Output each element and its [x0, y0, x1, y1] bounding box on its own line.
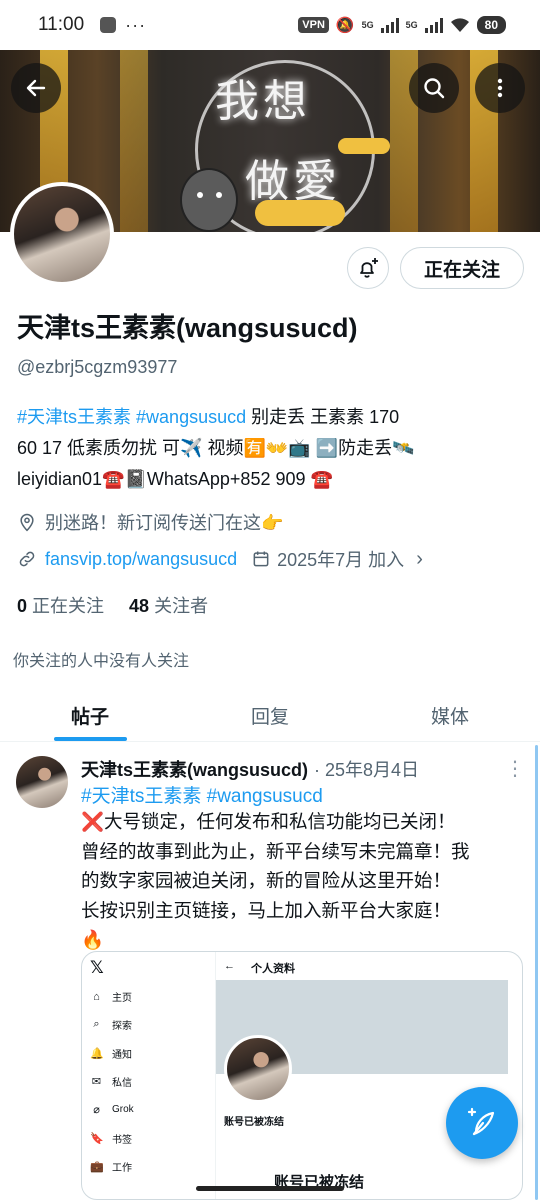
- embedded-menu-item: ⌀ Grok: [90, 1103, 134, 1116]
- post-more-button[interactable]: ⋮: [505, 756, 525, 781]
- followers-link[interactable]: 48 关注者: [129, 596, 208, 616]
- website-link[interactable]: fansvip.top/wangsusucd: [45, 549, 237, 570]
- signal-icon-2: [424, 17, 443, 33]
- followers-you-know-note: 你关注的人中没有人关注: [13, 653, 190, 670]
- user-handle: @ezbrj5cgzm93977: [17, 357, 178, 377]
- home-icon: ⌂: [93, 990, 100, 1003]
- scrollbar[interactable]: [535, 745, 538, 1200]
- bio-line1-text: 别走丢 王素素 170: [246, 407, 400, 427]
- notifications-bell-button[interactable]: [347, 247, 389, 289]
- bio-line-2: 60 17 低素质勿扰 可✈️ 视频🈶👐📺 ➡️防走丢🛰️: [17, 438, 415, 458]
- more-notifications-icon: ···: [125, 14, 147, 35]
- profile-bio: #天津ts王素素 #wangsusucd 别走丢 王素素 170 60 17 低…: [17, 402, 517, 495]
- website-row: fansvip.top/wangsusucd 2025年7月 加入 ›: [17, 546, 423, 572]
- arrow-left-icon: [26, 79, 46, 97]
- bookmark-icon: 🔖: [90, 1133, 104, 1145]
- banner-neon-text-1: 我想: [215, 76, 311, 127]
- search-icon: [424, 78, 445, 99]
- sim2-label: 5G: [405, 20, 418, 30]
- post-text-line: 曾经的故事到此为止，新平台续写未完篇章！我: [81, 840, 470, 862]
- tab-replies[interactable]: 回复: [180, 690, 360, 741]
- status-bar: 11:00 ··· VPN 🔕 5G 5G 80: [0, 0, 540, 50]
- compose-post-button[interactable]: [446, 1087, 518, 1159]
- briefcase-icon: 💼: [90, 1161, 104, 1173]
- app-notification-icon: [100, 17, 117, 33]
- profile-avatar[interactable]: [10, 182, 114, 286]
- embedded-menu-item: 🔔 通知: [90, 1046, 132, 1061]
- embedded-menu-item: ✉ 私信: [90, 1074, 132, 1089]
- battery-indicator: 80: [476, 16, 506, 34]
- embedded-menu-label: 工作: [112, 1163, 132, 1174]
- search-icon: ⌕: [93, 1018, 100, 1030]
- post-author-name[interactable]: 天津ts王素素(wangsusucd): [81, 756, 308, 782]
- embedded-menu-item: 💼 工作: [90, 1159, 132, 1174]
- more-vertical-icon: [497, 78, 503, 98]
- compose-post-icon: [467, 1107, 495, 1136]
- embedded-sidebar: 𝕏 ⌂ 主页 ⌕ 探索 🔔 通知 ✉ 私信 ⌀ Grok 🔖 书签 💼 工作: [82, 952, 216, 1199]
- embedded-menu-item: 🔖 书签: [90, 1131, 132, 1146]
- sim1-label: 5G: [361, 20, 374, 30]
- grok-icon: ⌀: [93, 1104, 100, 1116]
- follow-counts: 0 正在关注 48 关注者: [17, 592, 208, 618]
- embedded-back-arrow-icon: ←: [224, 960, 235, 972]
- post-author-avatar[interactable]: [16, 756, 68, 808]
- embedded-frozen-label: 账号已被冻结: [224, 1117, 284, 1128]
- more-options-button[interactable]: [475, 63, 525, 113]
- post-image-card[interactable]: 𝕏 ⌂ 主页 ⌕ 探索 🔔 通知 ✉ 私信 ⌀ Grok 🔖 书签 💼 工作 ← 个人资料 账…: [81, 951, 523, 1200]
- cloud-decoration: [255, 200, 345, 226]
- display-name: 天津ts王素素(wangsusucd): [17, 313, 358, 343]
- bell-plus-icon: [360, 258, 378, 278]
- status-time: 11:00: [38, 14, 85, 35]
- embedded-menu-label: 书签: [112, 1135, 132, 1146]
- following-link[interactable]: 0 正在关注: [17, 596, 104, 616]
- mute-icon: 🔕: [335, 17, 355, 34]
- tab-posts[interactable]: 帖子: [0, 690, 180, 741]
- embedded-menu-item: ⌂ 主页: [90, 989, 132, 1005]
- signal-icon: [380, 17, 399, 33]
- mail-icon: ✉: [91, 1076, 102, 1088]
- embedded-menu-item: ⌕ 探索: [90, 1017, 132, 1032]
- link-icon: [19, 551, 35, 567]
- post-date[interactable]: · 25年8月4日: [314, 756, 419, 782]
- joined-date: 2025年7月 加入: [277, 550, 405, 570]
- vpn-badge: VPN: [298, 17, 329, 33]
- post-text: ❌大号锁定，任何发布和私信功能均已关闭！ 曾经的故事到此为止，新平台续写未完篇章…: [81, 807, 527, 955]
- home-indicator[interactable]: [196, 1186, 344, 1191]
- tab-media[interactable]: 媒体: [360, 690, 540, 741]
- location-pin-icon: [20, 513, 34, 532]
- post-header: 天津ts王素素(wangsusucd) · 25年8月4日: [81, 756, 419, 782]
- cloud-decoration-small: [338, 138, 390, 154]
- embedded-page-title: 个人资料: [251, 963, 295, 975]
- embedded-menu-label: 私信: [112, 1078, 132, 1089]
- following-count: 0: [17, 596, 28, 616]
- mascot-illustration: [180, 168, 238, 232]
- x-logo-icon: 𝕏: [90, 958, 104, 977]
- calendar-icon: [253, 551, 269, 567]
- bio-line-3: leiyidian01☎️📓WhatsApp+852 909 ☎️: [17, 469, 333, 489]
- chevron-right-icon[interactable]: ›: [416, 548, 423, 571]
- post-hashtags[interactable]: #天津ts王素素 #wangsusucd: [81, 781, 323, 808]
- post-text-line: 长按识别主页链接，马上加入新平台大家庭！: [81, 899, 452, 921]
- post-text-line: 的数字家园被迫关闭，新的冒险从这里开始！: [81, 870, 452, 891]
- bio-hashtag-1[interactable]: #天津ts王素素: [17, 407, 131, 427]
- location-row: 别迷路！新订阅传送门在这👉: [17, 509, 283, 535]
- bio-hashtag-2[interactable]: #wangsusucd: [136, 407, 246, 427]
- profile-tabs: 帖子 回复 媒体: [0, 690, 540, 742]
- embedded-menu-label: Grok: [112, 1104, 134, 1115]
- embedded-avatar: [224, 1035, 292, 1103]
- following-button[interactable]: 正在关注: [400, 247, 524, 289]
- followers-count: 48: [129, 596, 150, 616]
- embedded-menu-label: 主页: [112, 993, 132, 1004]
- embedded-menu-label: 探索: [112, 1021, 132, 1032]
- embedded-menu-label: 通知: [112, 1050, 132, 1061]
- followers-label: 关注者: [154, 596, 209, 616]
- following-label: 正在关注: [32, 596, 105, 616]
- back-button[interactable]: [11, 63, 61, 113]
- wifi-icon: [450, 18, 469, 32]
- search-button[interactable]: [409, 63, 459, 113]
- bell-icon: 🔔: [90, 1048, 104, 1060]
- location-text: 别迷路！新订阅传送门在这👉: [45, 513, 284, 533]
- post-text-line: ❌大号锁定，任何发布和私信功能均已关闭！: [81, 811, 456, 832]
